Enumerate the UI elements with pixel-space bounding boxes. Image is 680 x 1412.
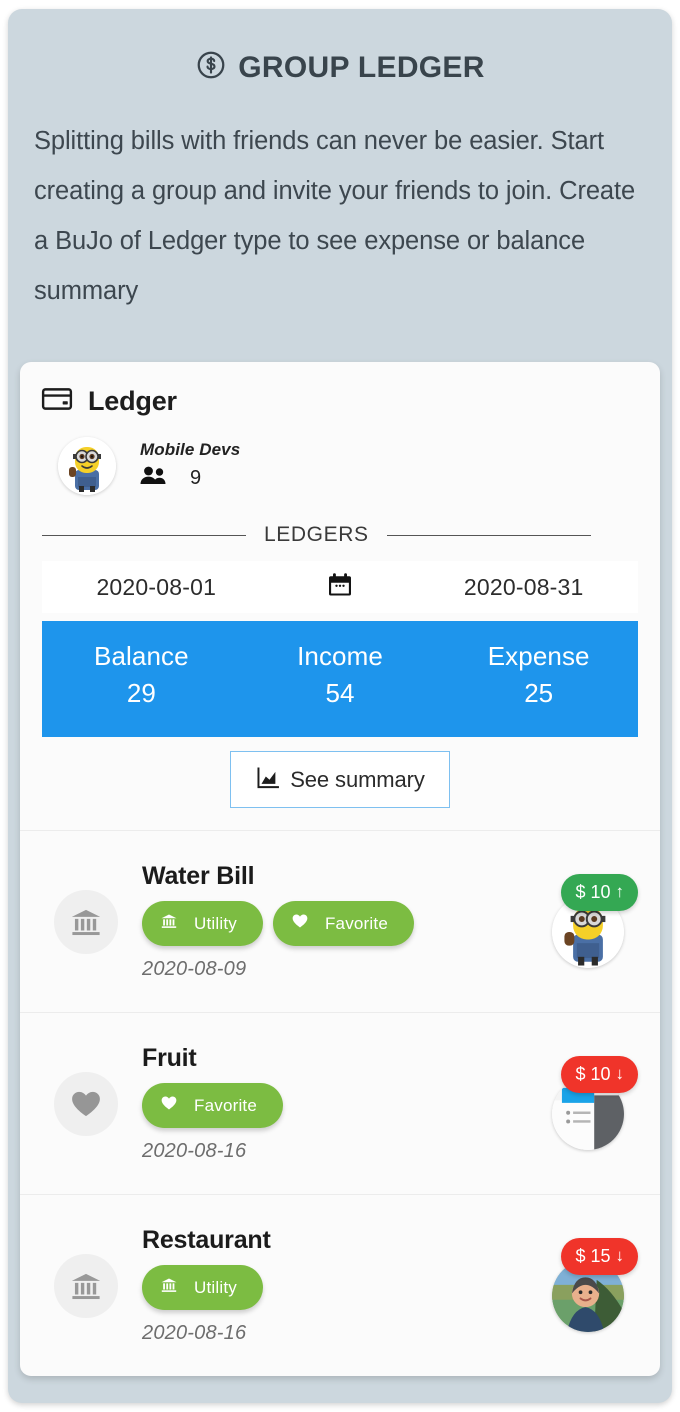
date-range-row[interactable]: 2020-08-01 2020-08-31	[42, 561, 638, 613]
calendar-icon[interactable]	[325, 570, 355, 605]
divider-rule-right	[386, 534, 591, 536]
amount-badge: $ 10 ↓	[561, 1055, 638, 1093]
end-date[interactable]: 2020-08-31	[464, 574, 584, 601]
ledgers-section-label: LEDGERS	[264, 523, 369, 546]
bank-icon	[160, 1276, 178, 1299]
chip-label: Favorite	[324, 913, 388, 933]
table-row[interactable]: Water Bill Utility Favorite 2020-08-09 $…	[20, 830, 660, 1012]
start-date[interactable]: 2020-08-01	[96, 574, 216, 601]
intro-description: Splitting bills with friends can never b…	[34, 127, 636, 305]
total-income-value: 54	[325, 678, 355, 708]
entry-body: Fruit Favorite 2020-08-16	[142, 1044, 538, 1163]
ledger-card-header: Ledger	[20, 362, 660, 421]
entry-date: 2020-08-09	[142, 958, 247, 980]
entry-chips: Utility	[142, 1265, 538, 1310]
total-expense-value: 25	[524, 678, 554, 708]
amount-badge: $ 15 ↓	[561, 1237, 638, 1275]
group-name: Mobile Devs	[140, 439, 241, 459]
chip-utility[interactable]: Utility	[142, 901, 263, 946]
table-row[interactable]: Fruit Favorite 2020-08-16 $ 10 ↓	[20, 1012, 660, 1194]
entry-chips: Utility Favorite	[142, 901, 538, 946]
entry-date: 2020-08-16	[142, 1140, 247, 1162]
entry-title: Restaurant	[142, 1226, 271, 1254]
amount-value: $ 15	[575, 1245, 611, 1266]
amount-badge: $ 10 ↑	[561, 873, 638, 911]
entry-date: 2020-08-16	[142, 1322, 247, 1344]
entry-body: Restaurant Utility 2020-08-16	[142, 1226, 538, 1345]
table-row[interactable]: Restaurant Utility 2020-08-16 $ 15 ↓	[20, 1194, 660, 1376]
amount-value: $ 10	[575, 1063, 611, 1084]
heart-icon	[160, 1094, 178, 1117]
entry-bank-icon	[54, 889, 118, 954]
chip-favorite[interactable]: Favorite	[142, 1083, 284, 1128]
see-summary-button[interactable]: See summary	[230, 751, 450, 808]
arrow-down-icon: ↓	[615, 1064, 625, 1083]
arrow-up-icon: ↑	[615, 882, 625, 901]
entry-chips: Favorite	[142, 1083, 538, 1128]
chip-label: Utility	[194, 1277, 237, 1297]
page-title: GROUP LEDGER	[34, 49, 646, 86]
total-balance: Balance 29	[42, 641, 241, 709]
entry-title: Fruit	[142, 1044, 197, 1072]
entry-body: Water Bill Utility Favorite 2020-08-09	[142, 862, 538, 981]
summary-button-row: See summary	[20, 737, 660, 830]
ledgers-divider: LEDGERS	[42, 523, 638, 547]
group-row[interactable]: Mobile Devs 9	[20, 421, 660, 495]
entry-bank-icon	[54, 1253, 118, 1318]
chip-utility[interactable]: Utility	[142, 1265, 263, 1310]
entry-title: Water Bill	[142, 862, 255, 890]
group-meta: Mobile Devs 9	[138, 440, 240, 493]
dollar-coin-icon	[195, 49, 227, 86]
people-icon	[138, 464, 168, 493]
bar-chart-icon	[255, 765, 281, 794]
total-expense-label: Expense	[487, 641, 590, 671]
promo-panel: GROUP LEDGER Splitting bills with friend…	[8, 9, 672, 1403]
group-avatar	[58, 437, 116, 495]
entry-amount-area: $ 10 ↑	[538, 873, 638, 970]
total-income: Income 54	[241, 641, 440, 709]
group-member-count: 9	[190, 466, 202, 489]
intro-section: GROUP LEDGER Splitting bills with friend…	[8, 9, 672, 316]
divider-rule-left	[42, 534, 246, 536]
amount-value: $ 10	[575, 881, 611, 902]
total-expense: Expense 25	[439, 641, 638, 709]
totals-bar: Balance 29 Income 54 Expense 25	[42, 621, 638, 737]
total-balance-label: Balance	[94, 641, 189, 671]
see-summary-label: See summary	[290, 766, 425, 792]
chip-label: Utility	[194, 913, 237, 933]
chip-favorite[interactable]: Favorite	[272, 901, 414, 946]
credit-card-icon	[40, 382, 74, 421]
group-members: 9	[138, 464, 240, 493]
chip-label: Favorite	[194, 1095, 258, 1115]
heart-icon	[291, 912, 309, 935]
entry-amount-area: $ 15 ↓	[538, 1237, 638, 1334]
bank-icon	[160, 912, 178, 935]
ledger-card-title: Ledger	[88, 386, 177, 416]
page-title-text: GROUP LEDGER	[238, 50, 485, 84]
total-income-label: Income	[297, 641, 383, 671]
ledger-card: Ledger Mobile Devs 9 LEDGERS 2020-08-01 …	[20, 362, 660, 1376]
entry-amount-area: $ 10 ↓	[538, 1055, 638, 1152]
total-balance-value: 29	[126, 678, 156, 708]
entry-heart-icon	[54, 1071, 118, 1136]
screenshot-root: GROUP LEDGER Splitting bills with friend…	[0, 0, 680, 1412]
arrow-down-icon: ↓	[615, 1246, 625, 1265]
